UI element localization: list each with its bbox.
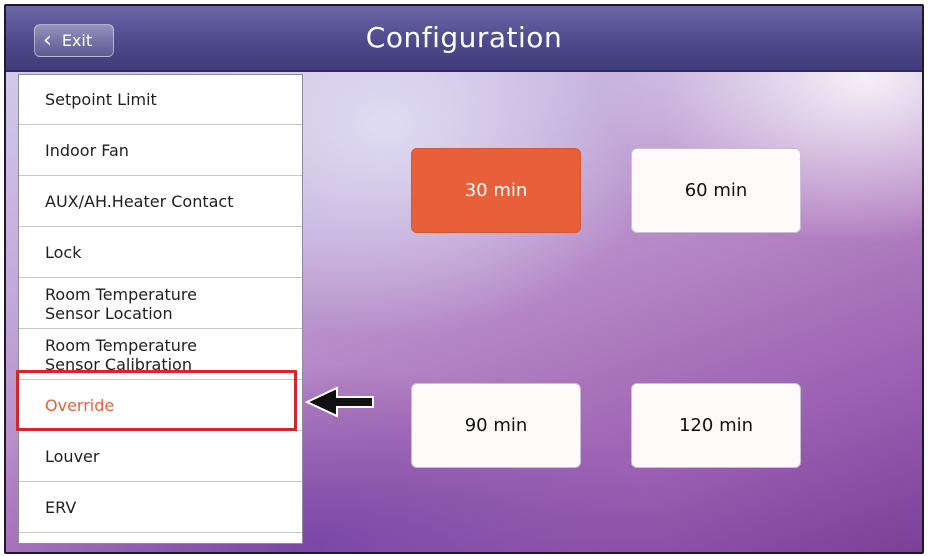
settings-menu: Setpoint Limit Indoor Fan AUX/AH.Heater …: [18, 74, 303, 544]
menu-item-label: Louver: [45, 447, 100, 466]
chevron-left-icon: ‹: [43, 27, 52, 53]
exit-label: Exit: [61, 31, 93, 50]
menu-item-louver[interactable]: Louver: [19, 432, 302, 482]
menu-item-erv[interactable]: ERV: [19, 483, 302, 533]
menu-item-setpoint-limit[interactable]: Setpoint Limit: [19, 75, 302, 125]
page-title: Configuration: [365, 21, 563, 54]
menu-item-label: Setpoint Limit: [45, 90, 157, 109]
option-60-min[interactable]: 60 min: [631, 148, 801, 233]
menu-item-room-temp-sensor-location[interactable]: Room Temperature Sensor Location: [19, 279, 302, 329]
menu-item-label: AUX/AH.Heater Contact: [45, 192, 234, 211]
menu-item-indoor-fan[interactable]: Indoor Fan: [19, 126, 302, 176]
option-label: 30 min: [464, 180, 528, 201]
option-label: 60 min: [684, 180, 748, 201]
menu-item-label: Room Temperature Sensor Location: [45, 284, 197, 323]
menu-item-label: Indoor Fan: [45, 141, 129, 160]
override-highlight-box: [16, 370, 297, 431]
config-screen: Configuration ‹ Exit Setpoint Limit Indo…: [4, 4, 924, 554]
menu-item-label: Lock: [45, 243, 82, 262]
option-label: 90 min: [464, 415, 528, 436]
menu-item-lock[interactable]: Lock: [19, 228, 302, 278]
option-label: 120 min: [678, 415, 754, 436]
menu-item-label: ERV: [45, 498, 77, 517]
option-90-min[interactable]: 90 min: [411, 383, 581, 468]
option-30-min[interactable]: 30 min: [411, 148, 581, 233]
arrow-left-icon: [304, 386, 374, 418]
menu-item-label: Room Temperature Sensor Calibration: [45, 335, 197, 374]
title-bar: Configuration ‹ Exit: [6, 6, 922, 72]
exit-button[interactable]: ‹ Exit: [34, 24, 114, 57]
menu-item-aux-heater-contact[interactable]: AUX/AH.Heater Contact: [19, 177, 302, 227]
option-120-min[interactable]: 120 min: [631, 383, 801, 468]
